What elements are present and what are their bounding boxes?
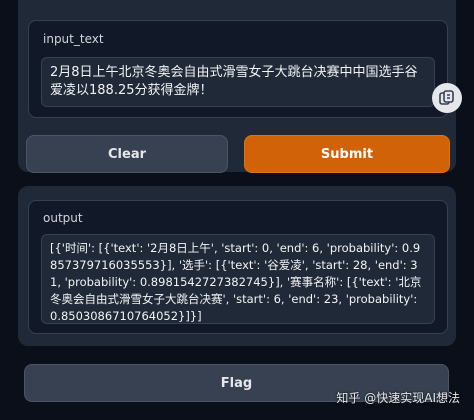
submit-button[interactable]: Submit	[244, 135, 450, 173]
watermark-text: 知乎 @快速实现AI想法	[336, 391, 460, 405]
output-block: output [{'时间': [{'text': '2月8日上午', 'star…	[28, 200, 448, 334]
clear-button[interactable]: Clear	[26, 135, 228, 173]
output-textbox: [{'时间': [{'text': '2月8日上午', 'start': 0, …	[41, 234, 435, 324]
input-label: input_text	[43, 32, 104, 46]
copy-icon[interactable]	[432, 83, 462, 113]
output-panel: output [{'时间': [{'text': '2月8日上午', 'star…	[18, 186, 456, 346]
watermark: 知乎 @快速实现AI想法	[336, 389, 460, 406]
input-panel: input_text 2月8日上午北京冬奥会自由式滑雪女子大跳台决赛中中国选手谷…	[18, 0, 456, 173]
input-text-block: input_text 2月8日上午北京冬奥会自由式滑雪女子大跳台决赛中中国选手谷…	[28, 20, 448, 118]
output-label: output	[43, 211, 83, 225]
input-textbox[interactable]: 2月8日上午北京冬奥会自由式滑雪女子大跳台决赛中中国选手谷爱凌以188.25分获…	[41, 57, 435, 107]
